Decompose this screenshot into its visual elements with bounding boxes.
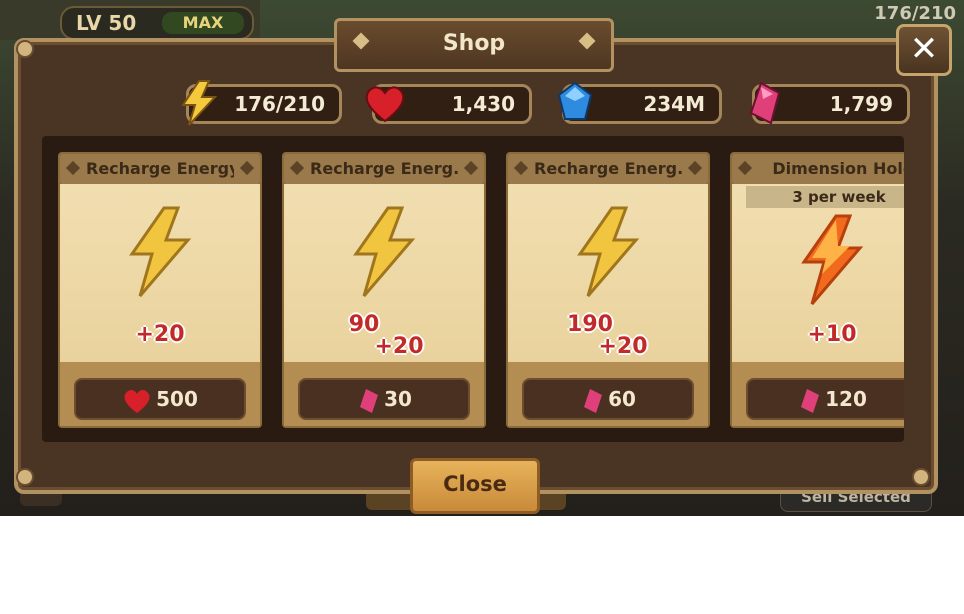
diamond-ornament-icon [687, 160, 703, 176]
item-header: Recharge Energ.. [508, 154, 708, 184]
diamond-ornament-icon [239, 160, 255, 176]
close-x-button[interactable]: ✕ [896, 24, 952, 76]
diamond-ornament-icon [737, 160, 753, 176]
buy-button[interactable]: 500 [74, 378, 246, 420]
level-label: LV 50 [76, 11, 137, 35]
item-header: Recharge Energ.. [284, 154, 484, 184]
item-name: Recharge Energ.. [310, 159, 458, 178]
item-header: Dimension Hole [732, 154, 904, 184]
item-amount-bonus: +20 [374, 334, 424, 359]
diamond-ornament-icon [578, 32, 596, 50]
pink-crystal-icon [801, 388, 820, 413]
item-amount-bonus: +20 [598, 334, 648, 359]
crystals-value: 1,799 [829, 92, 893, 116]
item-amount: +20 [135, 322, 185, 347]
item-amount: +10 [807, 322, 857, 347]
resource-hearts: 1,430 [365, 84, 532, 124]
mana-value: 234M [643, 92, 705, 116]
panel-corner-ornament [16, 40, 34, 58]
shop-items-list: Recharge Energy +20 500 Recharge Energ.. [42, 136, 904, 442]
buy-button[interactable]: 30 [298, 378, 470, 420]
shop-title-tab: Shop [334, 18, 614, 72]
heart-icon [124, 389, 150, 413]
diamond-ornament-icon [289, 160, 305, 176]
blue-crystal-icon [557, 81, 593, 120]
panel-corner-ornament [16, 468, 34, 486]
shop-item-card[interactable]: Recharge Energy +20 500 [58, 152, 262, 428]
diamond-ornament-icon [463, 160, 479, 176]
shop-item-card[interactable]: Dimension Hole 3 per week +10 120 [730, 152, 904, 428]
purchase-limit-badge: 3 per week [746, 186, 904, 208]
shop-item-card[interactable]: Recharge Energ.. 90 +20 30 [282, 152, 486, 428]
diamond-ornament-icon [65, 160, 81, 176]
item-body: +20 [60, 184, 260, 362]
item-footer: 500 [60, 362, 260, 426]
hearts-value: 1,430 [451, 92, 515, 116]
resource-mana: 234M [557, 81, 722, 124]
diamond-ornament-icon [352, 32, 370, 50]
item-body: 3 per week +10 [732, 184, 904, 362]
item-price: 120 [825, 387, 867, 411]
shop-title: Shop [442, 31, 506, 56]
buy-button[interactable]: 120 [746, 378, 904, 420]
level-indicator: LV 50 MAX [60, 6, 254, 40]
pink-crystal-icon [749, 81, 781, 125]
item-footer: 60 [508, 362, 708, 426]
pink-crystal-icon [584, 388, 603, 413]
panel-corner-ornament [912, 468, 930, 486]
item-header: Recharge Energy [60, 154, 260, 184]
lightning-icon [129, 206, 192, 297]
diamond-ornament-icon [513, 160, 529, 176]
resource-energy: 176/210 [181, 80, 342, 126]
energy-value: 176/210 [234, 92, 325, 116]
item-name: Recharge Energ.. [534, 159, 682, 178]
item-name: Recharge Energy [86, 159, 234, 178]
item-price: 30 [384, 387, 412, 411]
item-name: Dimension Hole [772, 159, 904, 178]
heart-icon [365, 86, 405, 123]
item-price: 60 [608, 387, 636, 411]
item-body: 190 +20 [508, 184, 708, 362]
item-body: 90 +20 [284, 184, 484, 362]
item-footer: 30 [284, 362, 484, 426]
orange-lightning-icon [801, 214, 864, 305]
lightning-icon [181, 80, 218, 126]
resource-crystals: 1,799 [749, 81, 910, 125]
item-price: 500 [156, 387, 198, 411]
close-button[interactable]: Close [410, 458, 540, 514]
pink-crystal-icon [360, 388, 379, 413]
item-footer: 120 [732, 362, 904, 426]
lightning-icon [577, 206, 640, 297]
buy-button[interactable]: 60 [522, 378, 694, 420]
shop-item-card[interactable]: Recharge Energ.. 190 +20 60 [506, 152, 710, 428]
max-badge: MAX [162, 12, 244, 34]
lightning-icon [353, 206, 416, 297]
